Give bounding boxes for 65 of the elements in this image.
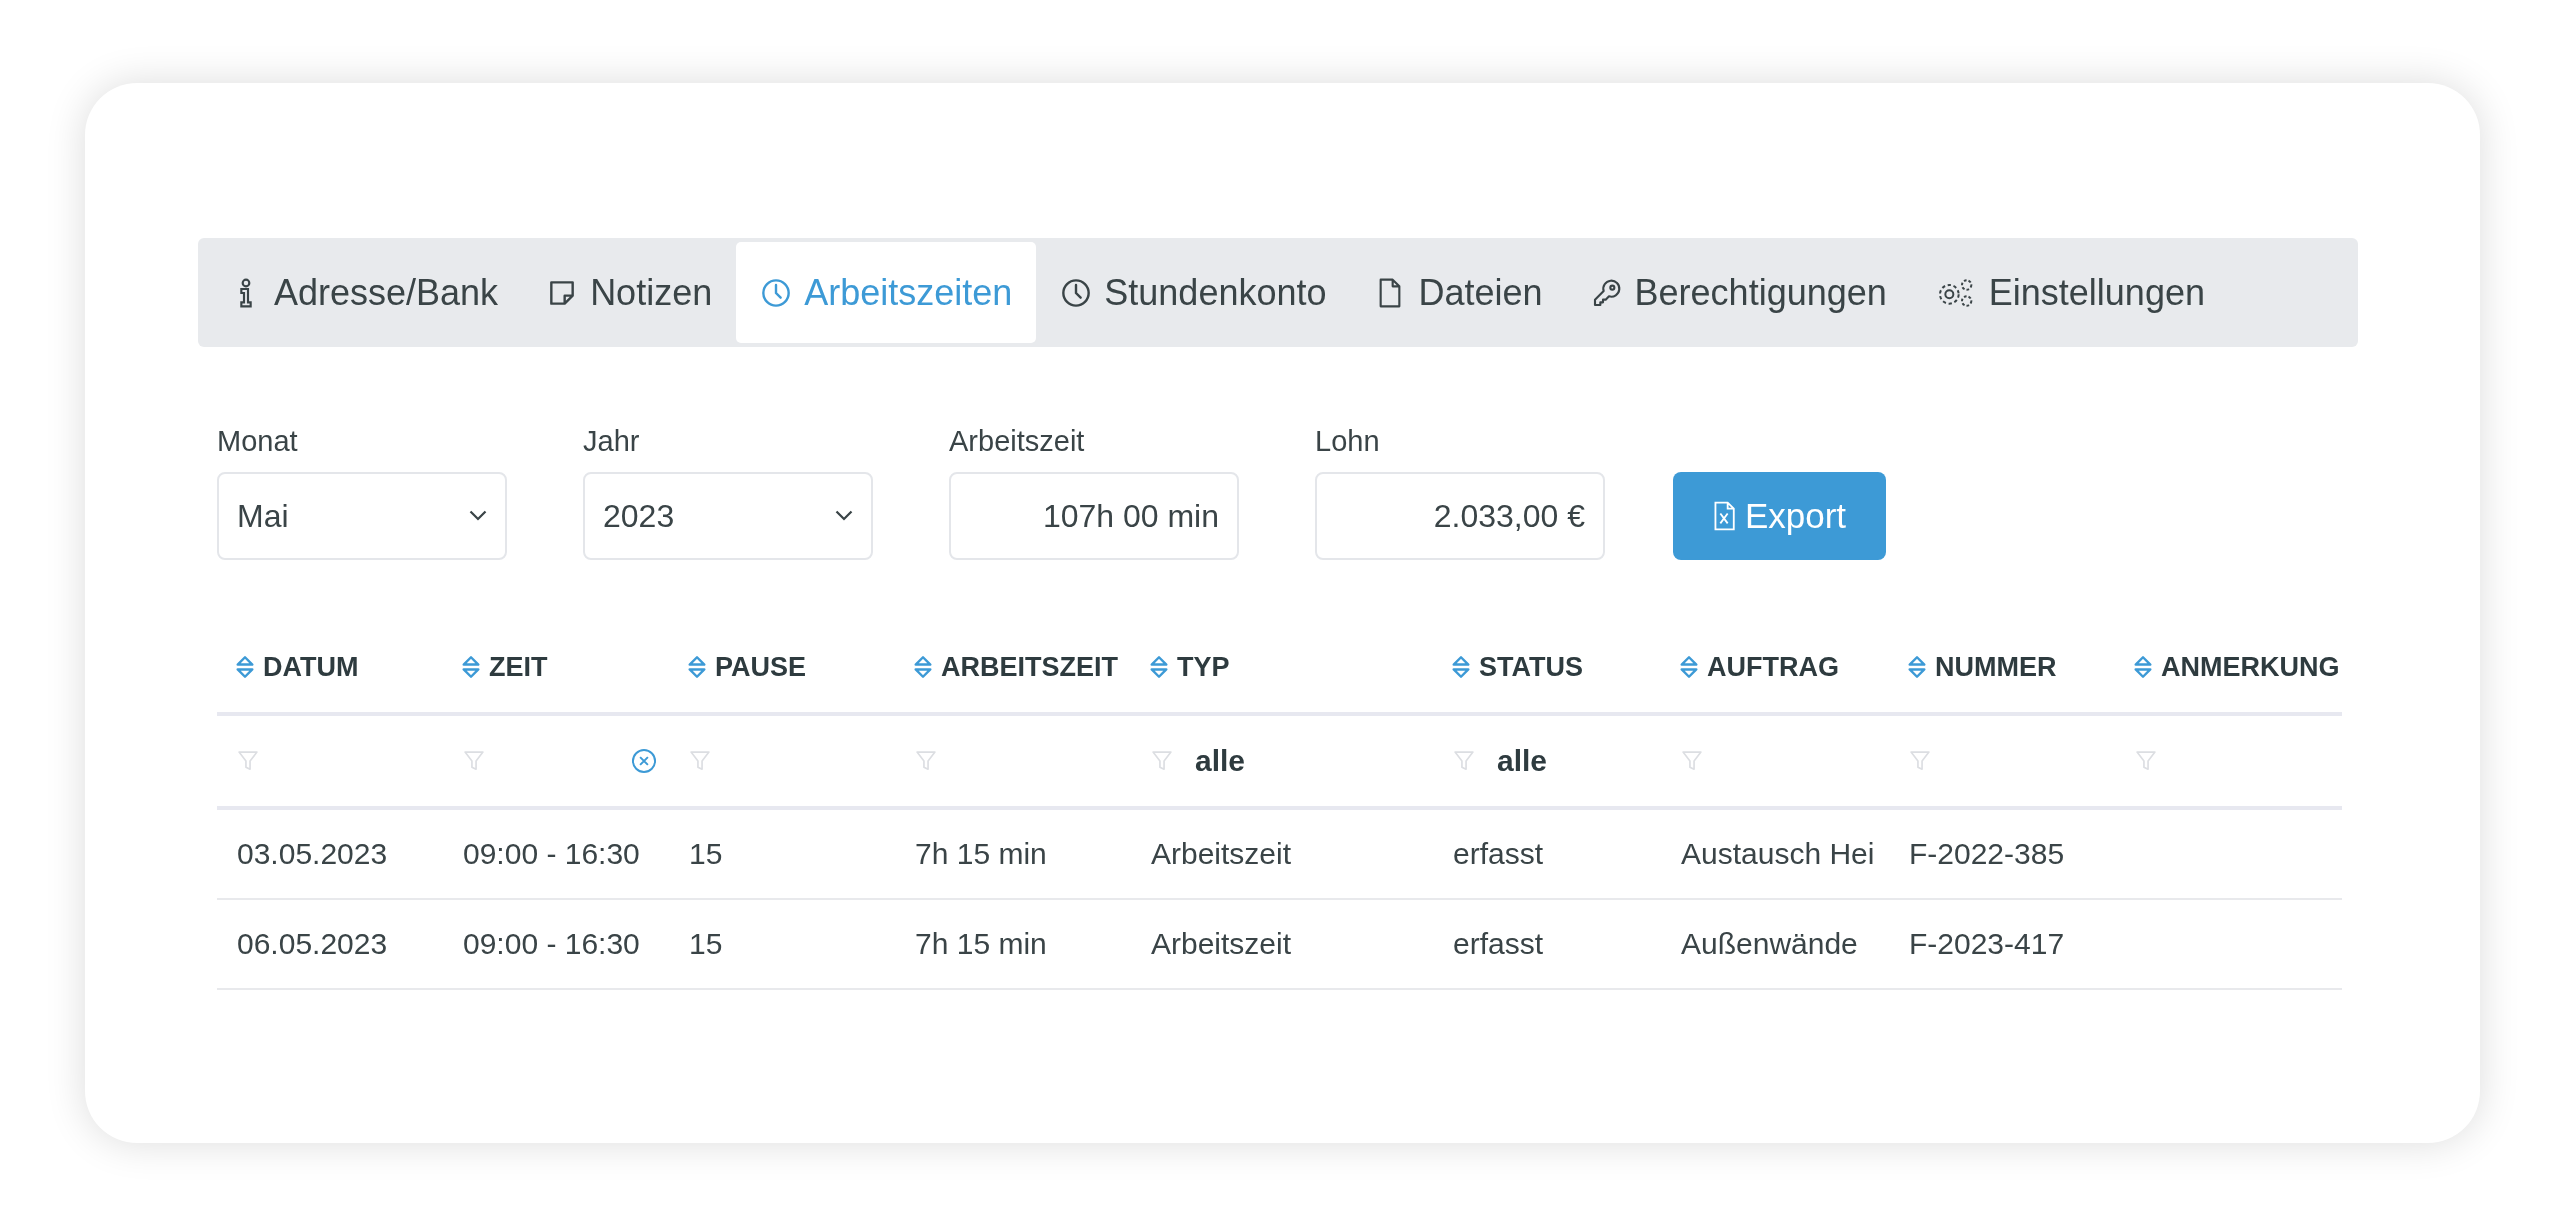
select-field[interactable]: Mai [217, 472, 507, 560]
column-header[interactable]: ZEIT [443, 651, 669, 683]
sort-icon [461, 654, 481, 680]
sort-icon [687, 654, 707, 680]
table-cell-text: Austausch Hei [1680, 837, 1876, 871]
table-cell-text: 7h 15 min [914, 927, 1048, 961]
filter-icon[interactable] [1151, 750, 1173, 772]
filter-icon[interactable] [463, 750, 485, 772]
sort-icon [2133, 654, 2153, 680]
input-field[interactable]: 107h 00 min [949, 472, 1239, 560]
table-cell-text: 06.05.2023 [236, 927, 389, 961]
table-cell-text: 09:00 - 16:30 [462, 837, 641, 871]
filter-icon[interactable] [915, 750, 937, 772]
column-header[interactable]: AUFTRAG [1661, 651, 1889, 683]
field-label: Lohn [1315, 425, 1381, 458]
filter-icon[interactable] [1681, 750, 1703, 772]
filter-icon[interactable] [2135, 750, 2157, 772]
clock-icon [1060, 276, 1093, 309]
clock-icon [760, 276, 793, 309]
clear-icon[interactable] [631, 748, 657, 774]
filter-icon[interactable] [689, 750, 711, 772]
table-cell-text: Außenwände [1680, 927, 1859, 961]
table-cell-text: 7h 15 min [914, 837, 1048, 871]
table-cell-text: erfasst [1452, 837, 1545, 871]
sort-icon [235, 654, 255, 680]
tab[interactable]: Berechtigungen [1566, 242, 1911, 343]
sort-icon [1907, 654, 1927, 680]
field-label: Arbeitszeit [949, 425, 1086, 458]
sort-icon [1149, 654, 1169, 680]
input-field[interactable]: 2.033,00 € [1315, 472, 1605, 560]
sort-icon [913, 654, 933, 680]
tab[interactable]: Notizen [522, 242, 737, 343]
table-cell-text: F-2022-385 [1908, 837, 2066, 871]
sort-icon [1679, 654, 1699, 680]
tab[interactable]: Adresse/Bank [206, 242, 523, 343]
column-header[interactable]: PAUSE [669, 651, 895, 683]
chevron-down-icon [835, 510, 853, 522]
column-header[interactable]: ARBEITSZEIT [895, 651, 1131, 683]
filter-value[interactable]: alle [1497, 744, 1548, 778]
tab[interactable]: Dateien [1350, 242, 1567, 343]
filter-value[interactable]: alle [1195, 744, 1246, 778]
filter-icon[interactable] [1453, 750, 1475, 772]
select-field[interactable]: 2023 [583, 472, 873, 560]
field-label: Monat [217, 425, 299, 458]
table-cell-text: F-2023-417 [1908, 927, 2066, 961]
column-header[interactable]: DATUM [217, 651, 443, 683]
chevron-down-icon [469, 510, 487, 522]
tab[interactable]: Einstellungen [1910, 242, 2229, 343]
filter-icon[interactable] [1909, 750, 1931, 772]
tab[interactable]: Stundenkonto [1036, 242, 1351, 343]
spreadsheet-file-icon [1712, 501, 1735, 531]
filter-icon[interactable] [237, 750, 259, 772]
table-cell-text: 03.05.2023 [236, 837, 389, 871]
column-header[interactable]: STATUS [1433, 651, 1661, 683]
column-header[interactable]: TYP [1131, 651, 1433, 683]
column-header[interactable]: ANMERKUNG [2115, 651, 2342, 683]
table-cell-text: 15 [688, 837, 724, 871]
table-cell-text: 15 [688, 927, 724, 961]
table-cell-text: Arbeitszeit [1150, 927, 1293, 961]
table-cell-text: Arbeitszeit [1150, 837, 1293, 871]
column-header[interactable]: NUMMER [1889, 651, 2115, 683]
table-cell-text: erfasst [1452, 927, 1545, 961]
field-label: Jahr [583, 425, 641, 458]
sort-icon [1451, 654, 1471, 680]
table-cell-text: 09:00 - 16:30 [462, 927, 641, 961]
